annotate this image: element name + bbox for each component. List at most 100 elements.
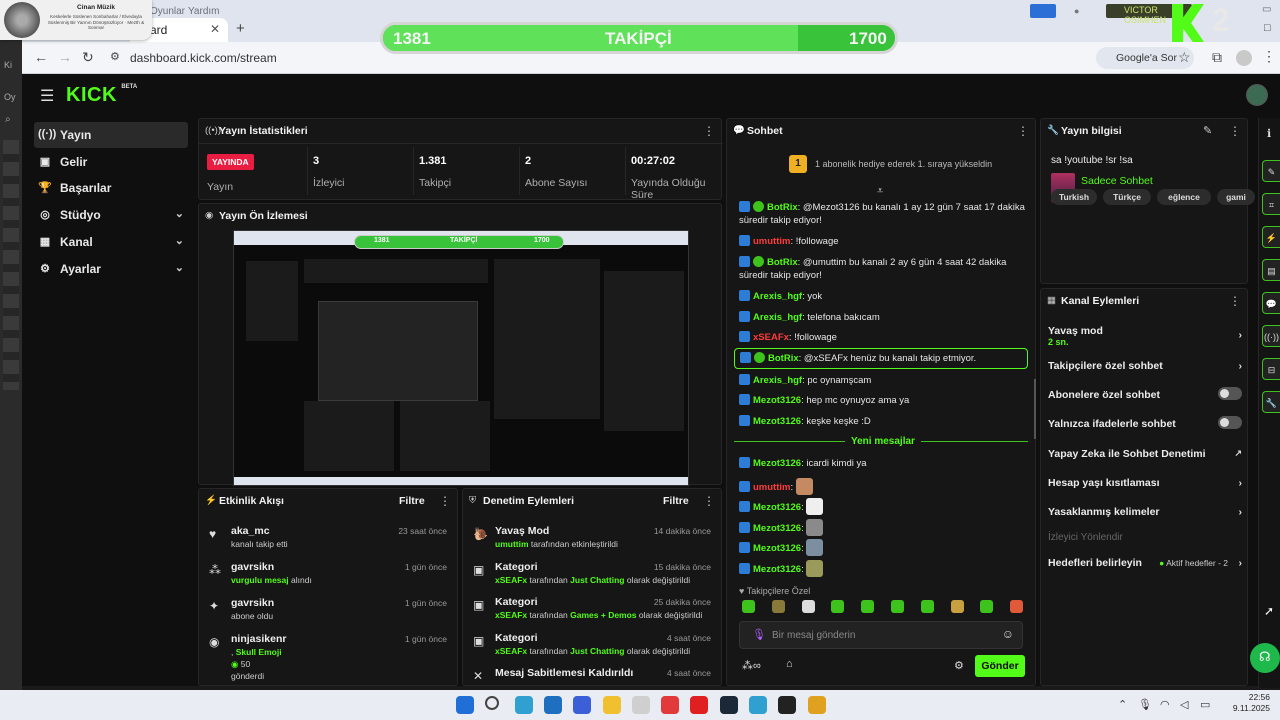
store-icon[interactable]: ⌂	[786, 658, 793, 670]
quick-emote-icon[interactable]	[771, 600, 785, 613]
kick-points-icon[interactable]: ⁂∞	[742, 659, 761, 672]
site-info-icon[interactable]: ⚙	[110, 50, 120, 63]
kick-logo[interactable]: KICK BETA	[66, 84, 137, 107]
chat-username[interactable]: Mezot3126	[753, 395, 801, 406]
event-user[interactable]: gavrsikn	[231, 597, 274, 609]
tab-close-icon[interactable]: ✕	[210, 22, 220, 36]
chat-username[interactable]: Mezot3126	[753, 502, 801, 513]
chat-username[interactable]: Arexis_hgf	[753, 312, 802, 323]
tray-chevron-icon[interactable]: ⌃	[1118, 698, 1127, 711]
tray-wifi-icon[interactable]: ◠	[1160, 698, 1170, 711]
sidebar-item-2[interactable]: 🏆 Başarılar	[34, 175, 188, 201]
quick-emote-icon[interactable]	[980, 600, 994, 613]
quick-emote-icon[interactable]	[861, 600, 875, 613]
user-avatar[interactable]	[1246, 84, 1268, 106]
chat-username[interactable]: BotRix	[767, 202, 798, 213]
subs-chat-toggle[interactable]	[1218, 387, 1242, 400]
chat-settings-icon[interactable]: ⚙	[954, 659, 964, 672]
hamburger-menu-icon[interactable]: ☰	[40, 86, 54, 106]
start-icon[interactable]	[456, 696, 474, 714]
chat-message[interactable]: Mezot3126:	[739, 539, 1029, 557]
sidebar-item-4[interactable]: ▦ Kanal ⌄	[34, 229, 188, 255]
chat-message[interactable]: Mezot3126:	[739, 498, 1029, 516]
browser-menu-icon[interactable]: ⋮	[1262, 48, 1276, 65]
emotes-chat-toggle[interactable]	[1218, 416, 1242, 429]
chrome-icon[interactable]	[807, 696, 826, 714]
event-user[interactable]: gavrsikn	[231, 561, 274, 573]
netflix-icon[interactable]	[661, 696, 680, 714]
extensions-icon[interactable]: ⧉	[1212, 49, 1222, 66]
chat-message[interactable]: BotRix: @umuttim bu kanalı 2 ay 6 gün 4 …	[739, 256, 1029, 282]
url-field[interactable]: dashboard.kick.com/stream	[130, 51, 277, 65]
chat-message[interactable]: Arexis_hgf: pc oynamşcam	[739, 374, 1029, 387]
bolt-icon[interactable]: ⚡	[1262, 226, 1280, 248]
chat-message[interactable]: umuttim: !followage	[739, 235, 1029, 248]
mod-actor[interactable]: xSEAFx	[495, 575, 527, 585]
edge-dev-icon[interactable]	[749, 696, 767, 714]
chat-pin-icon[interactable]: ⩡	[877, 185, 883, 198]
quick-emote-icon[interactable]	[831, 600, 845, 613]
window-restore-icon[interactable]: ▭	[1262, 4, 1271, 15]
chat-message[interactable]: BotRix: @Mezot3126 bu kanalı 1 ay 12 gün…	[739, 201, 1029, 227]
goals-row[interactable]: Hedefleri belirleyin ● Aktif hedefler - …	[1048, 557, 1242, 569]
profile-avatar[interactable]	[1236, 50, 1252, 66]
quick-emote-icon[interactable]	[801, 600, 815, 613]
chat-message[interactable]: Mezot3126: keşke keşke :D	[739, 415, 1029, 428]
chat-input[interactable]: 🎙 Bir mesaj gönderin ☺	[739, 621, 1023, 649]
menu-item-games[interactable]: Oyunlar	[150, 6, 185, 17]
taskbar-clock[interactable]: 22:56 9.11.2025	[1226, 692, 1270, 714]
tray-battery-icon[interactable]: ▭	[1200, 698, 1210, 711]
chat-username[interactable]: Mezot3126	[753, 458, 801, 469]
stream-tag[interactable]: Turkish	[1051, 189, 1097, 205]
obs-icon[interactable]	[778, 696, 797, 714]
outlook-icon[interactable]	[543, 696, 562, 714]
bell-icon[interactable]: ●	[1074, 6, 1079, 16]
stream-tag[interactable]: eğlence	[1157, 189, 1211, 205]
channel-actions-menu-icon[interactable]: ⋮	[1229, 294, 1241, 308]
stream-tag[interactable]: Türkçe	[1103, 189, 1151, 205]
new-tab-icon[interactable]: +	[236, 20, 245, 37]
events-filter-button[interactable]: Filtre	[399, 495, 425, 507]
send-button[interactable]: Gönder	[975, 655, 1025, 677]
chat-message[interactable]: Arexis_hgf: yok	[739, 290, 1029, 303]
chat-scrollbar[interactable]	[1034, 379, 1036, 439]
emoji-picker-icon[interactable]: ☺	[1002, 627, 1014, 641]
photos-icon[interactable]	[631, 696, 650, 714]
stats-menu-icon[interactable]: ⋮	[703, 124, 715, 138]
list-icon[interactable]: ▤	[1262, 259, 1280, 281]
steam-icon[interactable]	[719, 696, 738, 714]
quick-emote-icon[interactable]	[891, 600, 904, 613]
chat-username[interactable]: BotRix	[767, 257, 798, 268]
category-name[interactable]: Sadece Sohbet	[1081, 175, 1153, 187]
edit-pencil-icon[interactable]: ✎	[1203, 124, 1212, 137]
stream-info-menu-icon[interactable]: ⋮	[1229, 124, 1241, 138]
mod-actor[interactable]: xSEAFx	[495, 646, 527, 656]
youtube-icon[interactable]	[690, 696, 709, 714]
forward-icon[interactable]: →	[58, 49, 72, 65]
mod-actor[interactable]: umuttim	[495, 539, 529, 549]
chat-username[interactable]: Mezot3126	[753, 564, 801, 575]
menu-item-help[interactable]: Yardım	[188, 6, 220, 17]
chat-message[interactable]: BotRix: @xSEAFx henüz bu kanalı takip et…	[734, 348, 1028, 369]
quick-emote-icon[interactable]	[742, 600, 755, 613]
help-chat-button[interactable]: ☊	[1250, 643, 1280, 673]
broadcast-icon[interactable]: ((·))	[1262, 325, 1280, 347]
age-restriction-row[interactable]: Hesap yaşı kısıtlaması ›	[1048, 477, 1242, 489]
sidebar-item-0[interactable]: ((·)) Yayın	[34, 122, 188, 148]
mic-icon[interactable]: 🎙	[752, 628, 766, 641]
dropbox-icon[interactable]	[573, 696, 592, 714]
edge-icon[interactable]	[514, 696, 533, 714]
chat-message[interactable]: xSEAFx: !followage	[739, 331, 1029, 344]
event-user[interactable]: ninjasikenr	[231, 633, 286, 645]
clip-icon[interactable]: ⊟	[1262, 358, 1280, 380]
chat-username[interactable]: BotRix	[768, 353, 799, 364]
chat-message[interactable]: Mezot3126:	[739, 560, 1029, 577]
chat-username[interactable]: Arexis_hgf	[753, 291, 802, 302]
maximize-icon[interactable]: □	[1264, 22, 1271, 34]
info-icon[interactable]: ℹ	[1267, 127, 1271, 140]
preview-video[interactable]: 1381 TAKİPÇİ 1700	[233, 230, 689, 486]
bookmark-star-icon[interactable]: ☆	[1178, 49, 1191, 66]
followers-chat-row[interactable]: Takipçilere özel sohbet ›	[1048, 360, 1242, 372]
os-left-search-icon[interactable]: ⌕	[5, 114, 11, 125]
reload-icon[interactable]: ↻	[82, 49, 94, 66]
